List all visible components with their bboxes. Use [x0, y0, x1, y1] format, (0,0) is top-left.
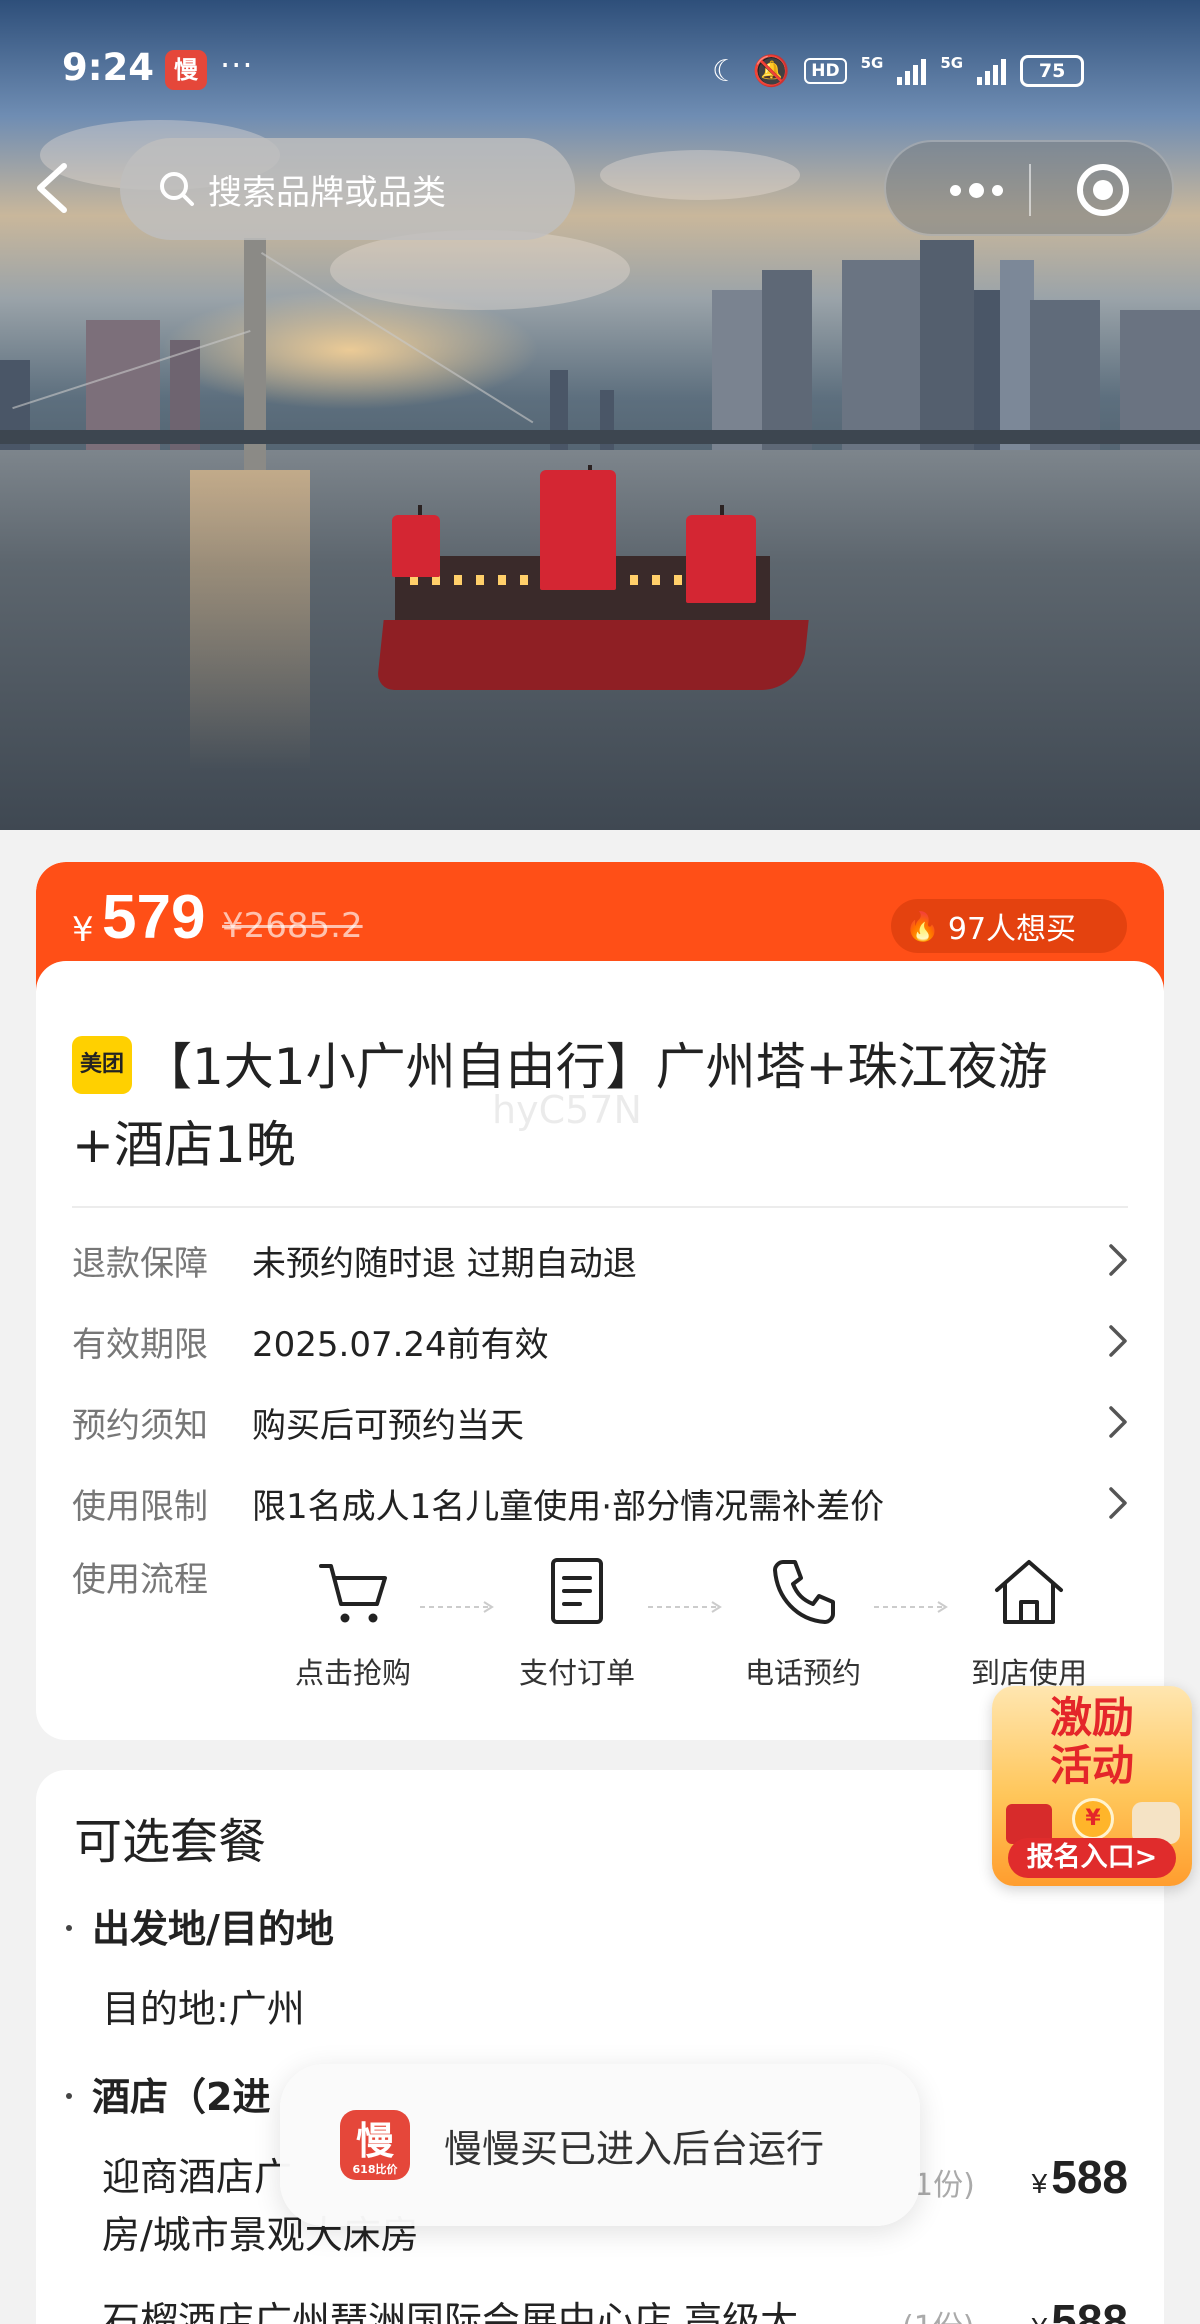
back-button[interactable]: [30, 158, 80, 218]
product-info-card: ¥ 579 ¥2685.2 🔥 97人想买 美团 【1大1小广州自由行】广州塔+珠…: [36, 862, 1164, 1740]
bridge: [0, 430, 1200, 444]
package-group-heading: 出发地/目的地: [66, 1898, 334, 1953]
hd-icon: HD: [804, 58, 847, 84]
chevron-right-icon: [1109, 1325, 1127, 1357]
close-miniprogram-button[interactable]: [1077, 164, 1129, 216]
promo-title: 活动: [1049, 1741, 1134, 1790]
package-item-name[interactable]: 石榴酒店广州琶洲国际会展中心店 高级大: [102, 2292, 798, 2324]
chevron-right-icon: [1109, 1244, 1127, 1276]
package-price: ¥588: [1032, 2295, 1128, 2324]
info-value: 2025.07.24前有效: [252, 1324, 549, 1365]
info-row-restriction[interactable]: 使用限制 限1名成人1名儿童使用·部分情况需补差价: [72, 1473, 1132, 1533]
info-label: 有效期限: [72, 1324, 208, 1365]
moon-icon: ☾: [712, 53, 739, 89]
current-price: 579: [102, 883, 206, 952]
home-icon: [995, 1560, 1063, 1624]
mute-bell-icon: 🔕: [752, 53, 791, 89]
signal-icon: [977, 57, 1007, 85]
search-icon: [160, 172, 194, 206]
meituan-badge: 美团: [72, 1035, 132, 1094]
app-logo-icon: 慢 618比价: [340, 2110, 410, 2180]
boat-sail: [686, 515, 756, 603]
toast-message: 慢慢买已进入后台运行: [444, 2126, 825, 2171]
boat-sail: [540, 470, 616, 590]
original-price: ¥2685.2: [222, 906, 363, 946]
promo-title: 激励: [1049, 1693, 1134, 1742]
flame-icon: 🔥: [905, 909, 940, 943]
want-count-badge: 🔥 97人想买: [891, 899, 1127, 953]
currency-symbol: ¥: [72, 910, 94, 950]
background-running-toast: 慢 618比价 慢慢买已进入后台运行: [280, 2064, 920, 2226]
info-value: 购买后可预约当天: [252, 1405, 524, 1446]
boat-hull: [376, 620, 809, 690]
app-notification-icon: 慢: [165, 50, 207, 90]
chevron-right-icon: [1109, 1487, 1127, 1519]
more-options-button[interactable]: [926, 142, 1026, 238]
info-row-refund[interactable]: 退款保障 未预约随时退 过期自动退: [72, 1230, 1132, 1290]
coin-icon: ¥: [1072, 1798, 1114, 1840]
status-bar: 9:24 慢 ··· ☾ 🔕 HD 5G 5G 75: [0, 0, 1200, 140]
battery-icon: 75: [1020, 55, 1085, 87]
flow-step-buy: 点击抢购: [258, 1552, 448, 1692]
chevron-left-icon: [37, 163, 67, 213]
order-icon: [551, 1558, 603, 1624]
chevron-right-icon: [1109, 1406, 1127, 1438]
watermark: hyC57N: [492, 1088, 642, 1132]
more-notifications-icon: ···: [220, 46, 254, 84]
usage-flow-label: 使用流程: [72, 1560, 208, 1600]
package-qty: (1份): [902, 2302, 975, 2324]
clock: 9:24: [62, 46, 155, 89]
flow-step-label: 支付订单: [518, 1656, 635, 1690]
incentive-activity-banner[interactable]: 激励 活动 ¥ 报名入口>: [992, 1686, 1192, 1886]
package-group-text: 目的地:广州: [102, 1987, 305, 2031]
info-label: 预约须知: [72, 1405, 208, 1446]
flow-step-label: 电话预约: [744, 1656, 861, 1690]
info-row-booking[interactable]: 预约须知 购买后可预约当天: [72, 1392, 1132, 1452]
sun-reflection: [190, 470, 310, 770]
info-label: 使用限制: [72, 1486, 208, 1527]
package-price: ¥588: [1031, 2151, 1128, 2203]
divider: [72, 1206, 1128, 1208]
miniprogram-capsule: [884, 140, 1174, 236]
flow-step-pay: 支付订单: [482, 1552, 672, 1692]
search-input[interactable]: 搜索品牌或品类: [120, 138, 575, 240]
flow-step-call: 电话预约: [708, 1552, 898, 1692]
info-value: 未预约随时退 过期自动退: [252, 1243, 637, 1284]
want-count-text: 97人想买: [947, 912, 1077, 947]
info-value: 限1名成人1名儿童使用·部分情况需补差价: [252, 1486, 885, 1527]
search-placeholder: 搜索品牌或品类: [208, 172, 446, 213]
flow-step-label: 点击抢购: [294, 1656, 411, 1690]
package-qty: 1份): [914, 2168, 975, 2203]
signal-icon: [897, 57, 927, 85]
network-type: 5G: [940, 54, 964, 72]
info-label: 退款保障: [72, 1243, 208, 1284]
package-group-heading: 酒店（2进: [66, 2066, 270, 2121]
boat-sail: [392, 515, 440, 577]
signup-entry-button[interactable]: 报名入口>: [1008, 1838, 1176, 1878]
section-title: 可选套餐: [74, 1814, 267, 1870]
network-type: 5G: [860, 54, 884, 72]
cart-icon: [319, 1564, 387, 1623]
flow-step-visit: 到店使用: [934, 1552, 1124, 1692]
phone-icon: [773, 1560, 835, 1624]
info-row-validity[interactable]: 有效期限 2025.07.24前有效: [72, 1311, 1132, 1371]
